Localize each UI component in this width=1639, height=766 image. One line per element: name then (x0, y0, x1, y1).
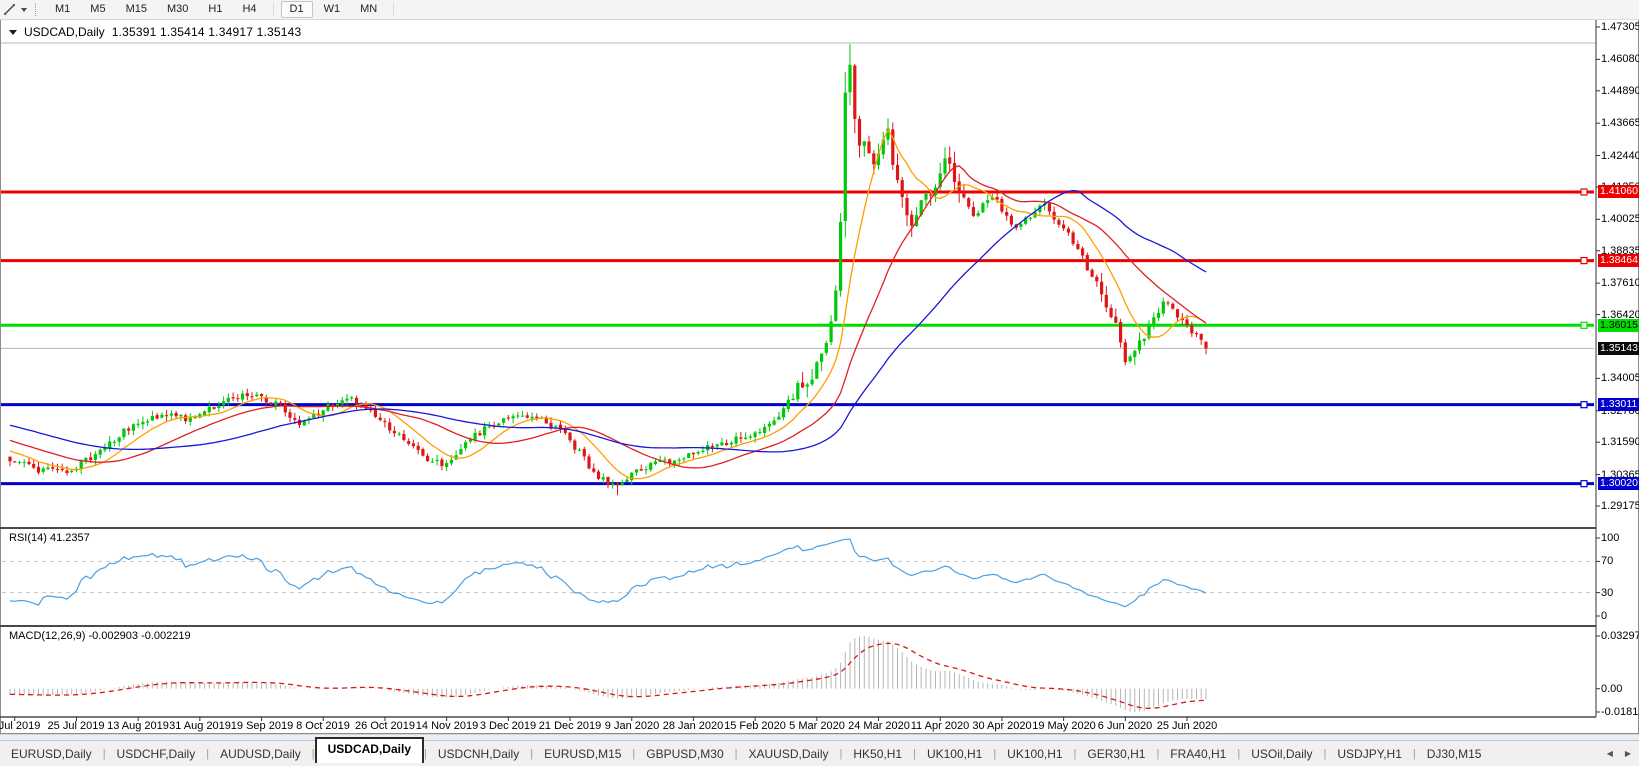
chart-tab-hk50-h1[interactable]: HK50,H1 (842, 743, 913, 765)
tab-scroll-arrows: ◀ ▶ (1607, 749, 1631, 758)
chart-tab-eurusd-daily[interactable]: EURUSD,Daily (0, 743, 103, 765)
ma-mid-line (10, 166, 1206, 468)
chart-tab-xauusd-daily[interactable]: XAUUSD,Daily (738, 743, 840, 765)
timeframe-button-m1[interactable]: M1 (46, 1, 79, 18)
timeframe-button-d1[interactable]: D1 (281, 1, 313, 18)
trendline-tool-button[interactable] (2, 2, 27, 17)
tab-scroll-right-icon[interactable]: ▶ (1625, 749, 1631, 758)
timeframe-button-mn[interactable]: MN (351, 1, 386, 18)
chart-tab-dj30-m15[interactable]: DJ30,M15 (1416, 743, 1493, 765)
rsi-line (10, 539, 1206, 607)
chart-tab-usdcnh-daily[interactable]: USDCNH,Daily (427, 743, 530, 765)
timeframe-button-m15[interactable]: M15 (117, 1, 156, 18)
timeframe-button-m5[interactable]: M5 (81, 1, 114, 18)
ma-fast-line (10, 130, 1206, 478)
chart-tab-ger30-h1[interactable]: GER30,H1 (1076, 743, 1156, 765)
chart-frame (0, 20, 1596, 717)
toolbar-separator (393, 3, 394, 16)
timeframe-button-w1[interactable]: W1 (315, 1, 350, 18)
chart-tab-usdjpy-h1[interactable]: USDJPY,H1 (1326, 743, 1412, 765)
trading-platform-window: M1M5M15M30H1H4 D1W1MN USDCAD,Daily 1.353… (0, 0, 1639, 766)
chart-tab-eurusd-m15[interactable]: EURUSD,M15 (533, 743, 632, 765)
macd-signal-line (10, 643, 1206, 708)
price-chart-canvas[interactable] (0, 0, 1639, 766)
ma-slow-line (10, 191, 1206, 452)
candlestick-series (8, 44, 1207, 495)
timeframe-button-m30[interactable]: M30 (158, 1, 197, 18)
timeframe-button-h4[interactable]: H4 (233, 1, 265, 18)
chart-tab-uk100-h1[interactable]: UK100,H1 (916, 743, 993, 765)
chart-tab-usdchf-daily[interactable]: USDCHF,Daily (106, 743, 207, 765)
tool-dropdown-arrow-icon[interactable] (21, 8, 27, 12)
chart-tab-usoil-daily[interactable]: USOil,Daily (1240, 743, 1323, 765)
chart-tab-audusd-daily[interactable]: AUDUSD,Daily (209, 743, 312, 765)
chart-tab-uk100-h1[interactable]: UK100,H1 (996, 743, 1073, 765)
chart-tab-gbpusd-m30[interactable]: GBPUSD,M30 (635, 743, 734, 765)
timeframe-toolbar: M1M5M15M30H1H4 D1W1MN (0, 0, 1639, 20)
horizontal-level-lines[interactable] (1, 189, 1594, 487)
trendline-tool-icon (2, 2, 17, 17)
chart-tab-fra40-h1[interactable]: FRA40,H1 (1159, 743, 1237, 765)
tab-scroll-left-icon[interactable]: ◀ (1607, 749, 1613, 758)
price-axis-ticks (1596, 27, 1600, 506)
rsi-panel (2, 538, 1600, 616)
chart-tab-bar: EURUSD,Daily|USDCHF,Daily|AUDUSD,Daily|U… (0, 740, 1639, 766)
macd-histogram (10, 636, 1206, 712)
toolbar-separator (273, 3, 274, 16)
toolbar-grip (35, 3, 37, 16)
chart-tab-usdcad-daily[interactable]: USDCAD,Daily (315, 737, 424, 763)
timeframe-button-h1[interactable]: H1 (199, 1, 231, 18)
